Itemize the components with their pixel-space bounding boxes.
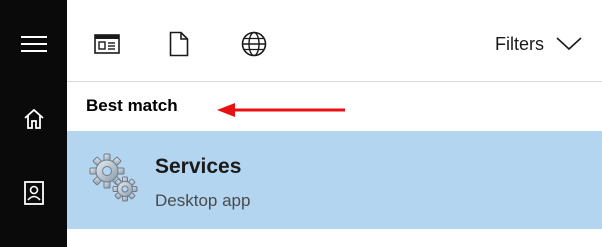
result-subtitle: Desktop app (155, 191, 251, 210)
home-button[interactable] (0, 95, 67, 143)
document-icon (169, 31, 189, 57)
filters-label: Filters (495, 33, 544, 54)
chevron-down-icon (556, 37, 582, 51)
documents-icon (23, 181, 44, 205)
best-match-heading: Best match (86, 96, 178, 115)
globe-icon (241, 31, 267, 57)
menu-button[interactable] (0, 20, 67, 68)
filter-web-button[interactable] (234, 24, 274, 64)
hamburger-menu-icon (20, 36, 47, 52)
start-sidebar (0, 0, 67, 247)
search-filter-bar: Filters (67, 0, 602, 82)
gears-icon (89, 153, 138, 202)
filter-documents-button[interactable] (159, 24, 199, 64)
apps-icon (94, 34, 120, 54)
red-annotation-arrow (217, 103, 345, 117)
best-match-result[interactable]: Services Desktop app (67, 131, 602, 229)
filter-apps-button[interactable] (87, 24, 127, 64)
search-panel: Filters Best match Services Desktop app (67, 0, 602, 247)
result-title: Services (155, 155, 242, 178)
documents-button[interactable] (0, 169, 67, 217)
home-icon (23, 108, 44, 129)
filters-dropdown[interactable]: Filters (495, 31, 582, 57)
